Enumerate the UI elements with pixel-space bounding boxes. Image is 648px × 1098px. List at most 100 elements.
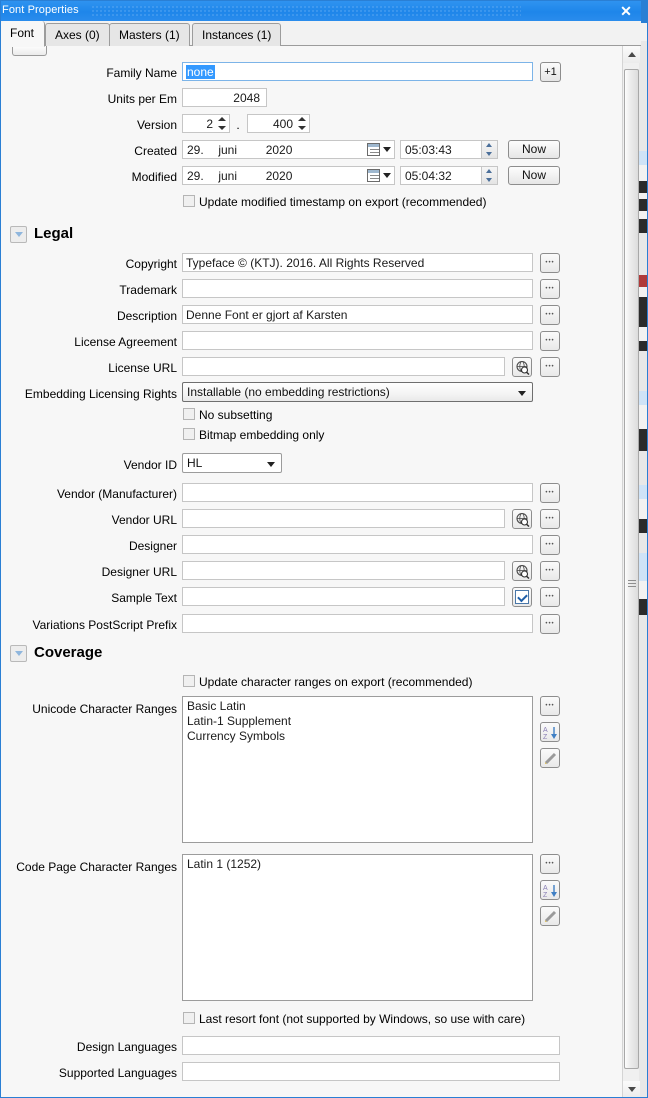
designer-input[interactable] [182,535,533,554]
trademark-input[interactable] [182,279,533,298]
sample-text-more-button[interactable] [540,587,560,607]
supported-languages-input[interactable] [182,1062,560,1081]
created-now-button[interactable]: Now [508,140,560,159]
list-item[interactable]: Latin-1 Supplement [187,714,528,729]
chevron-down-icon[interactable] [10,226,27,243]
designer-url-globe-icon[interactable] [512,561,532,581]
license-url-input[interactable] [182,357,505,376]
version-major-stepper[interactable] [216,115,227,132]
unicode-ranges-edit-icon[interactable] [540,748,560,768]
last-resort-checkbox[interactable] [183,1012,195,1024]
embedding-rights-select[interactable]: Installable (no embedding restrictions) [182,382,533,402]
background-window-sliver [639,1,647,1097]
copyright-input[interactable]: Typeface © (KTJ). 2016. All Rights Reser… [182,253,533,272]
version-label: Version [136,118,177,132]
family-name-input[interactable]: none [182,62,533,81]
tab-axes[interactable]: Axes (0) [45,23,110,46]
modified-date-dropdown-icon[interactable] [383,173,391,178]
calendar-icon[interactable] [367,169,380,182]
no-subsetting-checkbox[interactable] [183,408,195,420]
created-month: juni [218,143,238,157]
code-page-ranges-sort-icon[interactable]: A Z [540,880,560,900]
list-item[interactable]: Latin 1 (1252) [187,857,528,872]
license-url-more-button[interactable] [540,357,560,377]
vendor-id-label: Vendor ID [123,458,177,472]
created-day: 29. [187,143,204,157]
unicode-ranges-sort-icon[interactable]: A Z [540,722,560,742]
tab-instances[interactable]: Instances (1) [192,23,282,46]
design-languages-input[interactable] [182,1036,560,1055]
bitmap-embedding-label: Bitmap embedding only [199,428,325,442]
designer-url-more-button[interactable] [540,561,560,581]
chevron-down-icon[interactable] [10,645,27,662]
variations-prefix-input[interactable] [182,614,533,633]
created-date-dropdown-icon[interactable] [383,147,391,152]
vendor-manufacturer-label: Vendor (Manufacturer) [56,487,177,501]
bitmap-embedding-checkbox[interactable] [183,428,195,440]
form-pane: Family Name none +1 Units per Em 2048 Ve… [1,46,624,1097]
partial-hidden-button[interactable] [12,46,47,56]
family-name-value: none [186,65,215,79]
trademark-more-button[interactable] [540,279,560,299]
family-name-add-button[interactable]: +1 [540,62,561,82]
code-page-ranges-listbox[interactable]: Latin 1 (1252) [182,854,533,1001]
tab-masters[interactable]: Masters (1) [109,23,190,46]
list-item[interactable]: Currency Symbols [187,729,528,744]
description-input[interactable]: Denne Font er gjort af Karsten [182,305,533,324]
list-item[interactable]: Basic Latin [187,699,528,714]
vendor-url-more-button[interactable] [540,509,560,529]
code-page-ranges-more-button[interactable] [540,854,560,874]
designer-more-button[interactable] [540,535,560,555]
vendor-url-label: Vendor URL [111,513,177,527]
version-minor-stepper[interactable] [296,115,307,132]
vendor-url-globe-icon[interactable] [512,509,532,529]
tab-strip: Font Axes (0) Masters (1) Instances (1) [1,21,641,47]
variations-prefix-more-button[interactable] [540,614,560,634]
variations-prefix-label: Variations PostScript Prefix [32,618,178,632]
code-page-ranges-edit-icon[interactable] [540,906,560,926]
created-time-input[interactable]: 05:03:43 [400,140,482,159]
font-properties-dialog: Font Properties ✕ Font Axes (0) Masters … [0,0,648,1098]
modified-day: 29. [187,169,204,183]
modified-date-input[interactable]: 29. juni 2020 [182,166,395,185]
svg-text:Z: Z [543,892,548,898]
tab-font[interactable]: Font [1,21,45,47]
vendor-id-select[interactable]: HL [182,453,282,473]
svg-text:Z: Z [543,734,548,740]
svg-text:A: A [543,727,548,734]
calendar-icon[interactable] [367,143,380,156]
designer-url-input[interactable] [182,561,505,580]
close-icon[interactable]: ✕ [617,2,635,20]
update-timestamp-checkbox[interactable] [183,195,195,207]
unicode-ranges-listbox[interactable]: Basic Latin Latin-1 Supplement Currency … [182,696,533,843]
created-date-input[interactable]: 29. juni 2020 [182,140,395,159]
license-agreement-more-button[interactable] [540,331,560,351]
titlebar: Font Properties ✕ [1,1,641,21]
version-separator: . [236,118,240,132]
modified-time-stepper[interactable] [482,166,498,185]
vendor-manufacturer-more-button[interactable] [540,483,560,503]
scroll-up-icon[interactable] [623,46,640,63]
copyright-label: Copyright [125,257,177,271]
update-ranges-checkbox[interactable] [183,675,195,687]
vendor-manufacturer-input[interactable] [182,483,533,502]
trademark-label: Trademark [119,283,177,297]
sample-text-input[interactable] [182,587,505,606]
vendor-url-input[interactable] [182,509,505,528]
unicode-ranges-label: Unicode Character Ranges [32,702,177,716]
description-more-button[interactable] [540,305,560,325]
modified-month: juni [218,169,238,183]
units-per-em-input[interactable]: 2048 [182,88,267,107]
modified-now-button[interactable]: Now [508,166,560,185]
sample-text-check-icon[interactable] [512,587,532,607]
code-page-ranges-label: Code Page Character Ranges [16,860,177,874]
license-url-globe-icon[interactable] [512,357,532,377]
license-agreement-input[interactable] [182,331,533,350]
created-time-stepper[interactable] [482,140,498,159]
unicode-ranges-more-button[interactable] [540,696,560,716]
modified-time-input[interactable]: 05:04:32 [400,166,482,185]
scrollbar-thumb[interactable] [624,69,639,1069]
vertical-scrollbar[interactable] [622,46,640,1097]
copyright-more-button[interactable] [540,253,560,273]
scroll-down-icon[interactable] [623,1081,640,1097]
